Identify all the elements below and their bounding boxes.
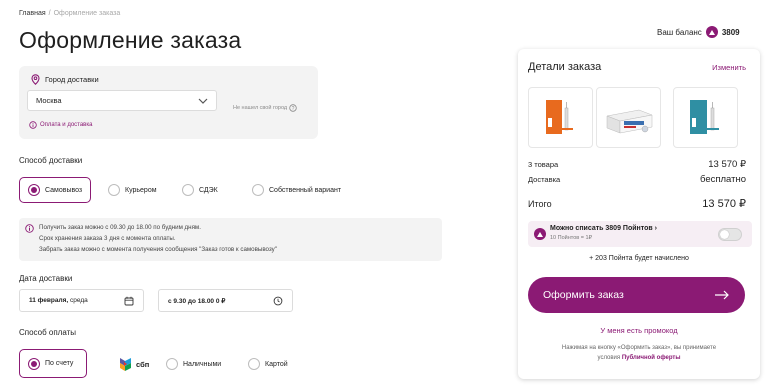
points-icon: [705, 26, 718, 38]
radio-icon: [108, 184, 120, 196]
balance: Ваш баланс 3809: [657, 26, 740, 38]
terms-line-1: Нажимая на кнопку «Оформить заказ», вы п…: [561, 345, 717, 351]
radio-icon: [166, 358, 178, 370]
order-details-panel: Детали заказа Изменить 3 товара 13 570 ₽…: [518, 49, 760, 379]
items-row: 3 товара 13 570 ₽: [528, 159, 746, 170]
payment-option-label: Картой: [265, 360, 288, 368]
radio-selected-icon: [28, 184, 40, 196]
product-image-icon: [546, 100, 573, 134]
payment-option-label: По счету: [45, 360, 74, 367]
public-offer-link[interactable]: Публичной оферты: [622, 355, 681, 361]
product-image-icon: [690, 100, 719, 134]
breadcrumb-home-link[interactable]: Главная: [19, 10, 46, 17]
clock-icon: [273, 296, 283, 305]
question-icon: ?: [289, 104, 297, 112]
city-not-found-link[interactable]: Не нашел свой город ?: [233, 104, 297, 112]
delivery-option-label: Собственный вариант: [269, 186, 342, 194]
time-picker[interactable]: с 9.30 до 18.00 0 ₽: [158, 289, 293, 312]
payment-delivery-text: Оплата и доставка: [40, 122, 93, 128]
points-icon: [534, 228, 546, 240]
info-line: Получить заказ можно с 09.30 до 18.00 по…: [39, 224, 201, 231]
delivery-label: Доставка: [528, 175, 561, 184]
items-label: 3 товара: [528, 160, 559, 169]
points-box: Можно списать 3809 Пойнтов › 10 Пойнтов …: [528, 221, 752, 247]
info-icon: [29, 121, 37, 129]
radio-icon: [252, 184, 264, 196]
location-pin-icon: [31, 74, 40, 85]
city-select-value: Москва: [36, 96, 62, 105]
calendar-icon: [124, 296, 134, 305]
delivery-option-courier[interactable]: Курьером: [100, 178, 165, 202]
balance-value: 3809: [721, 27, 740, 37]
time-value: с 9.30 до 18.00 0 ₽: [168, 297, 226, 305]
info-line: Срок хранения заказа 3 дня с момента опл…: [39, 235, 176, 242]
payment-option-sbp[interactable]: сбп: [112, 352, 157, 376]
payment-option-card[interactable]: Картой: [240, 352, 296, 376]
delivery-option-pickup[interactable]: Самовывоз: [19, 177, 92, 203]
city-select[interactable]: Москва: [27, 90, 217, 111]
order-details-title: Детали заказа: [528, 61, 602, 73]
terms-line-2: условия Публичной оферты: [518, 355, 760, 361]
radio-icon: [248, 358, 260, 370]
info-icon: [25, 224, 34, 233]
svg-text:?: ?: [292, 106, 295, 112]
date-value: 11 февраля, среда: [29, 297, 88, 304]
sbp-logo-icon: [120, 357, 131, 371]
product-thumbnail[interactable]: [596, 87, 661, 148]
points-title[interactable]: Можно списать 3809 Пойнтов ›: [550, 225, 657, 232]
delivery-option-label: Самовывоз: [45, 186, 83, 194]
pickup-info-box: Получить заказ можно с 09.30 до 18.00 по…: [19, 218, 442, 261]
radio-icon: [182, 184, 194, 196]
delivery-date-label: Дата доставки: [19, 274, 73, 283]
radio-selected-icon: [28, 357, 40, 370]
items-value: 13 570 ₽: [708, 159, 746, 170]
product-thumbnail[interactable]: [673, 87, 738, 148]
balance-label: Ваш баланс: [657, 27, 702, 37]
payment-option-cash[interactable]: Наличными: [158, 352, 229, 376]
date-picker[interactable]: 11 февраля, среда: [19, 289, 144, 312]
payment-option-label: Наличными: [183, 360, 222, 368]
city-label-text: Город доставки: [45, 75, 99, 84]
terms-word: условия: [597, 355, 621, 361]
date-bold: 11 февраля,: [29, 297, 69, 304]
info-line: Забрать заказ можно с момента получения …: [39, 246, 277, 253]
checkout-label: Оформить заказ: [543, 289, 624, 301]
delivery-option-custom[interactable]: Собственный вариант: [244, 178, 349, 202]
promo-code-link[interactable]: У меня есть промокод: [518, 326, 760, 335]
payment-delivery-link[interactable]: Оплата и доставка: [29, 121, 92, 129]
date-weekday: среда: [70, 297, 88, 304]
city-card: Город доставки Москва Не нашел свой горо…: [19, 66, 318, 139]
checkout-button[interactable]: Оформить заказ: [528, 277, 745, 313]
points-rate: 10 Пойнтов = 1₽: [550, 235, 593, 241]
payment-option-label: сбп: [136, 359, 150, 369]
delivery-option-label: Курьером: [125, 186, 157, 194]
breadcrumb-separator: /: [48, 10, 51, 17]
delivery-option-cdek[interactable]: СДЭК: [174, 178, 226, 202]
delivery-value: бесплатно: [699, 174, 746, 185]
page-title: Оформление заказа: [19, 27, 242, 53]
total-label: Итого: [528, 199, 552, 209]
payment-option-invoice[interactable]: По счету: [19, 349, 87, 378]
arrow-right-icon: [715, 290, 729, 300]
product-image-icon: [606, 109, 653, 134]
city-not-found-text: Не нашел свой город: [233, 105, 288, 111]
breadcrumb-current: Оформление заказа: [53, 10, 121, 17]
total-row: Итого 13 570 ₽: [528, 197, 746, 210]
delivery-method-label: Способ доставки: [19, 156, 83, 165]
product-thumbnail[interactable]: [528, 87, 593, 148]
points-toggle[interactable]: [718, 228, 742, 241]
chevron-down-icon: [198, 98, 208, 104]
points-title-text: Можно списать 3809 Пойнтов: [550, 225, 653, 232]
delivery-option-label: СДЭК: [199, 186, 218, 194]
payment-method-label: Способ оплаты: [19, 328, 77, 337]
total-value: 13 570 ₽: [702, 198, 746, 210]
city-label: Город доставки: [31, 74, 99, 85]
delivery-row: Доставка бесплатно: [528, 174, 746, 185]
edit-order-link[interactable]: Изменить: [712, 63, 746, 72]
breadcrumb: Главная / Оформление заказа: [19, 10, 120, 17]
points-bonus: + 203 Пойнта будет начислено: [589, 255, 689, 262]
